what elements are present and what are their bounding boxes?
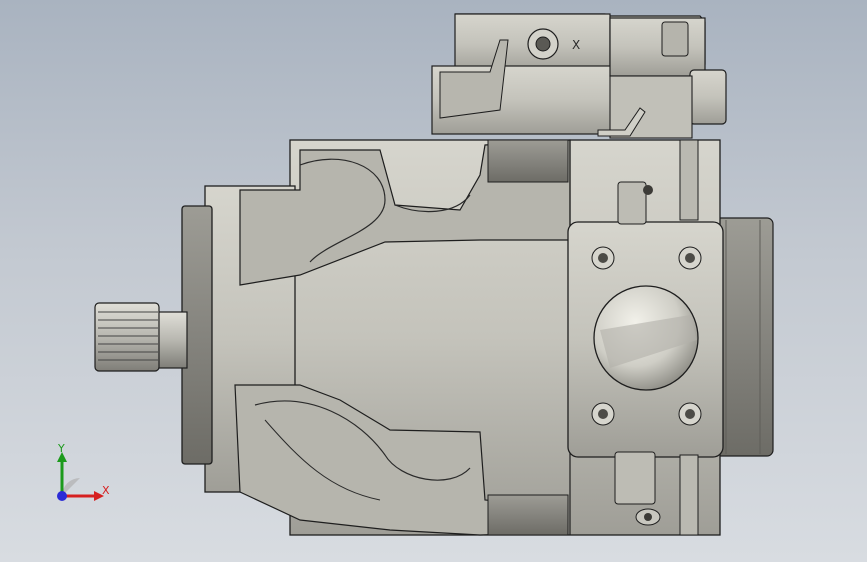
pump-model[interactable]: X xyxy=(0,0,867,562)
drive-shaft xyxy=(94,302,188,372)
3d-viewport[interactable]: X Y X xyxy=(0,0,867,562)
orientation-triad[interactable]: Y X xyxy=(40,438,120,518)
part-mark-x: X xyxy=(572,38,580,52)
rear-housing xyxy=(714,217,774,457)
y-axis-label: Y xyxy=(57,442,65,455)
x-axis-label: X xyxy=(102,484,110,497)
z-axis-dot xyxy=(57,491,67,501)
control-valve-block: X xyxy=(431,13,727,139)
